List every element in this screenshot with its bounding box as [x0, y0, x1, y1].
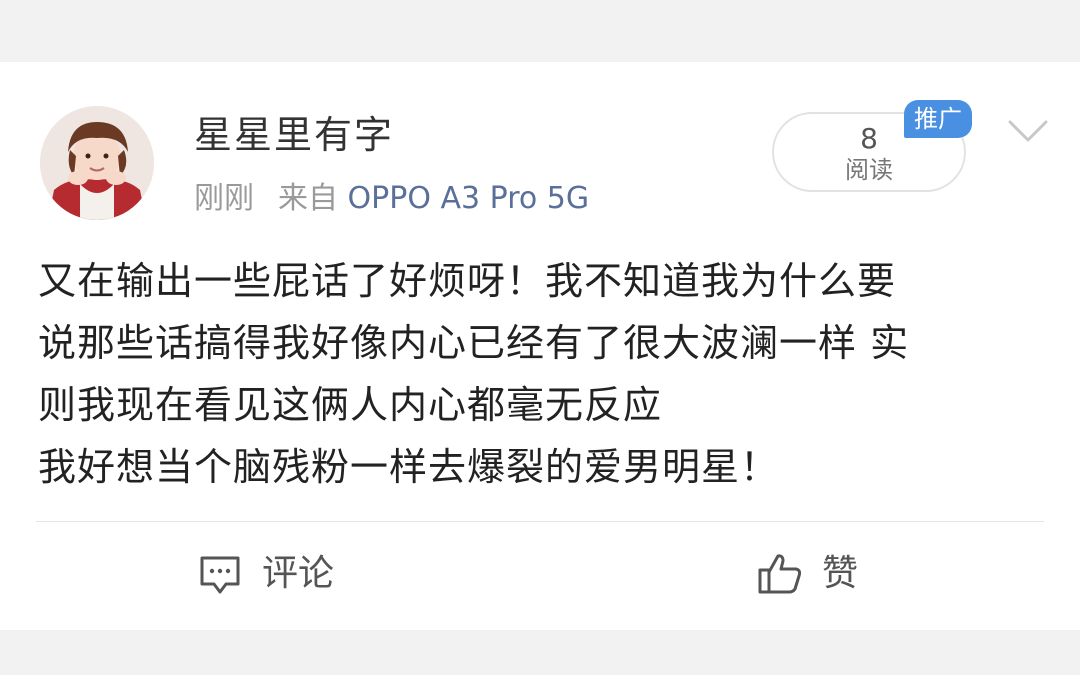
- post-body-line: 说那些话搞得我好像内心已经有了很大波澜一样 实: [38, 321, 910, 365]
- post-meta: 刚刚 来自 OPPO A3 Pro 5G: [194, 180, 589, 218]
- post-body-line: 则我现在看见这俩人内心都毫无反应: [38, 383, 663, 427]
- thumbs-up-icon: [756, 550, 804, 598]
- device-source-link[interactable]: OPPO A3 Pro 5G: [348, 181, 590, 216]
- avatar[interactable]: [40, 106, 154, 220]
- post-body-line: 我好想当个脑残粉一样去爆裂的爱男明星！: [38, 445, 780, 489]
- author-name[interactable]: 星星里有字: [194, 112, 394, 158]
- comment-button[interactable]: 评论: [196, 544, 334, 604]
- source-prefix: 来自: [278, 181, 338, 216]
- chevron-down-icon[interactable]: [1004, 116, 1052, 146]
- post-card: 星星里有字 刚刚 来自 OPPO A3 Pro 5G 8 阅读 推广 又在输出一些…: [0, 62, 1080, 630]
- post-body-line: 又在输出一些屁话了好烦呀！我不知道我为什么要: [38, 259, 897, 303]
- post-time: 刚刚: [194, 181, 254, 216]
- like-label: 赞: [822, 553, 859, 594]
- post-body: 又在输出一些屁话了好烦呀！我不知道我为什么要 说那些话搞得我好像内心已经有了很大…: [38, 250, 1048, 498]
- promote-badge[interactable]: 推广: [904, 100, 972, 138]
- comment-icon: [196, 550, 244, 598]
- avatar-image: [40, 106, 154, 220]
- page: 星星里有字 刚刚 来自 OPPO A3 Pro 5G 8 阅读 推广 又在输出一些…: [0, 0, 1080, 675]
- comment-label: 评论: [262, 553, 335, 594]
- like-button[interactable]: 赞: [756, 544, 858, 604]
- read-label: 阅读: [845, 156, 893, 184]
- divider: [36, 521, 1044, 522]
